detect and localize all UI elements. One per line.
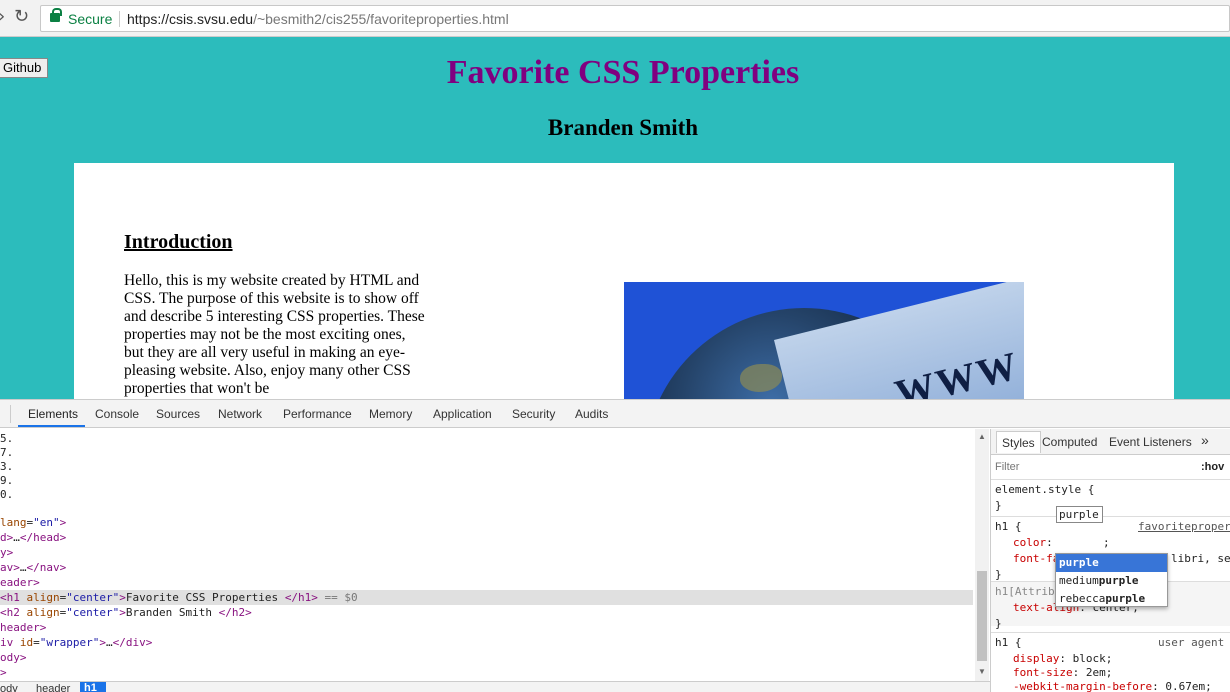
dom-line[interactable]: 5.: [0, 431, 973, 446]
url-text[interactable]: https://csis.svsu.edu/~besmith2/cis255/f…: [127, 11, 509, 27]
dom-line-body[interactable]: y>: [0, 545, 973, 560]
tab-sources[interactable]: Sources: [156, 407, 200, 421]
globe-land-west: [740, 364, 782, 392]
rule-selector: h1 {: [995, 520, 1022, 533]
browser-toolbar: › ↻ Secure https://csis.svsu.edu/~besmit…: [0, 0, 1230, 37]
breadcrumb: ody header h1: [0, 681, 990, 692]
omnibox-divider: [119, 11, 120, 27]
scroll-up-icon[interactable]: ▲: [978, 432, 986, 441]
elements-tree[interactable]: 5. 7. 3. 9. 0. lang="en"> d>…</head> y> …: [0, 429, 990, 681]
dom-line-header[interactable]: eader>: [0, 575, 973, 590]
dom-line-h1-selected[interactable]: <h1 align="center">Favorite CSS Properti…: [0, 590, 973, 605]
dom-h1-text: Favorite CSS Properties: [125, 591, 279, 604]
styles-filter-input[interactable]: Filter: [995, 461, 1019, 473]
dom-line-h2[interactable]: <h2 align="center">Branden Smith </h2>: [0, 605, 973, 620]
devtools-grip: [10, 405, 11, 423]
forward-icon[interactable]: ›: [0, 6, 5, 27]
rule-source-link[interactable]: favoriteproper: [1138, 519, 1230, 535]
more-tabs-icon[interactable]: »: [1201, 432, 1209, 448]
secure-label: Secure: [68, 11, 113, 27]
tab-network[interactable]: Network: [218, 407, 262, 421]
rule-close: }: [995, 499, 1002, 512]
url-base: https://csis.svsu.edu: [127, 11, 254, 27]
hov-toggle[interactable]: :hov: [1201, 461, 1224, 473]
autocomplete-item-rebeccapurple[interactable]: rebeccapurple: [1056, 590, 1167, 608]
active-tab-indicator: [18, 425, 85, 427]
tab-computed[interactable]: Computed: [1042, 435, 1097, 449]
breadcrumb-body[interactable]: ody: [0, 683, 18, 692]
tab-event-listeners[interactable]: Event Listeners: [1109, 435, 1192, 449]
devtools-panel: Elements Console Sources Network Perform…: [0, 399, 1230, 692]
content-wrapper: Introduction Hello, this is my website c…: [74, 163, 1174, 399]
lock-icon: [50, 8, 62, 22]
autocomplete-item-purple[interactable]: purple: [1056, 554, 1167, 572]
dom-line[interactable]: 9.: [0, 473, 973, 488]
styles-tabbar: Styles Computed Event Listeners »: [991, 429, 1230, 455]
dom-h2-text: Branden Smith: [125, 606, 212, 619]
dom-line[interactable]: 7.: [0, 445, 973, 460]
devtools-tabbar: Elements Console Sources Network Perform…: [0, 400, 1230, 428]
rule-selector: h1 {: [995, 636, 1022, 649]
dom-line-nav[interactable]: av>…</nav>: [0, 560, 973, 575]
rule-divider: [991, 516, 1230, 517]
rule-selector: element.style {: [995, 483, 1095, 496]
dom-line-head[interactable]: d>…</head>: [0, 530, 973, 545]
tab-performance[interactable]: Performance: [283, 407, 352, 421]
tab-console[interactable]: Console: [95, 407, 139, 421]
prop-color-semicolon: ;: [1103, 536, 1110, 549]
dom-line-html-close[interactable]: >: [0, 665, 973, 680]
prop-color[interactable]: color:: [1013, 535, 1059, 551]
prop-margin-before[interactable]: -webkit-margin-before: 0.67em;: [1013, 679, 1212, 692]
tab-audits[interactable]: Audits: [575, 407, 608, 421]
rule-h1-user-agent[interactable]: h1 { user agent display: block; font-siz…: [991, 635, 1230, 692]
user-agent-label: user agent: [1158, 636, 1225, 649]
color-autocomplete: purple mediumpurple rebeccapurple: [1055, 553, 1168, 607]
tab-elements[interactable]: Elements: [28, 407, 78, 421]
address-bar[interactable]: Secure https://csis.svsu.edu/~besmith2/c…: [40, 5, 1230, 32]
intro-heading: Introduction: [124, 231, 233, 253]
tab-security[interactable]: Security: [512, 407, 555, 421]
page-viewport: Github Favorite CSS Properties Branden S…: [0, 37, 1230, 399]
color-value-editor[interactable]: purple: [1056, 506, 1103, 523]
scroll-down-icon[interactable]: ▼: [978, 667, 986, 676]
rule-selector: h1[Attrib: [995, 585, 1055, 598]
dom-line-body-close[interactable]: ody>: [0, 650, 973, 665]
breadcrumb-header[interactable]: header: [36, 683, 70, 692]
page-title: Favorite CSS Properties: [446, 54, 800, 91]
prop-font-family-value: libri, se: [1171, 552, 1230, 565]
autocomplete-item-mediumpurple[interactable]: mediumpurple: [1056, 572, 1167, 590]
tab-memory[interactable]: Memory: [369, 407, 412, 421]
globe-image: WWW: [624, 282, 1024, 399]
dom-line[interactable]: 3.: [0, 459, 973, 474]
dom-line[interactable]: 0.: [0, 487, 973, 502]
page-subtitle: Branden Smith: [547, 115, 699, 140]
rule-element-style[interactable]: element.style { }: [991, 482, 1230, 516]
intro-paragraph: Hello, this is my website created by HTM…: [124, 272, 425, 397]
dom-line-wrapper[interactable]: iv id="wrapper">…</div>: [0, 635, 973, 650]
dom-selected-marker: == $0: [317, 591, 358, 604]
prop-font-family[interactable]: font-fa: [1013, 551, 1059, 567]
breadcrumb-h1[interactable]: h1: [80, 682, 106, 692]
tab-application[interactable]: Application: [433, 407, 492, 421]
reload-icon[interactable]: ↻: [14, 6, 29, 27]
tab-styles[interactable]: Styles: [996, 431, 1041, 453]
rule-divider: [991, 632, 1230, 633]
url-path: /~besmith2/cis255/favoriteproperties.htm…: [253, 11, 509, 27]
filter-divider: [991, 479, 1230, 480]
elements-scrollbar[interactable]: ▲ ▼: [975, 429, 989, 681]
scrollbar-thumb[interactable]: [977, 571, 987, 661]
dom-line-html[interactable]: lang="en">: [0, 515, 973, 530]
dom-line-header-close[interactable]: header>: [0, 620, 973, 635]
rule-close: }: [995, 617, 1002, 630]
